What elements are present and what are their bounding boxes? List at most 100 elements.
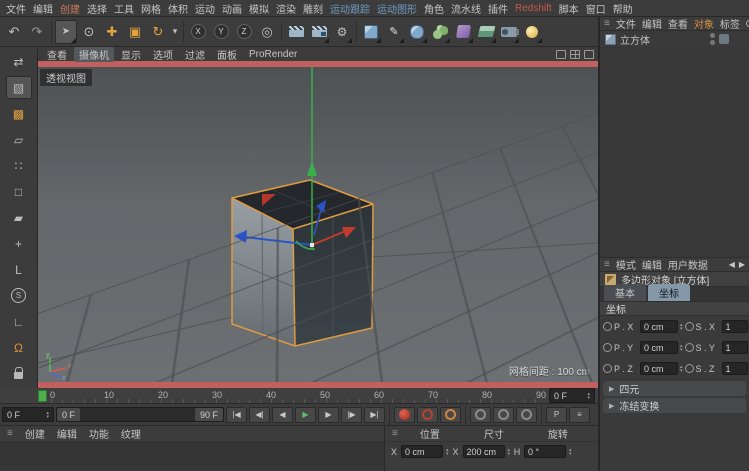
menu-select[interactable]: 选择 — [87, 1, 107, 16]
keyframe-dot-icon[interactable] — [685, 364, 694, 373]
enable-axis-button[interactable]: + — [6, 232, 32, 255]
keyframe-dot-icon[interactable] — [603, 343, 612, 352]
axis-z-lock-button[interactable]: Z — [233, 20, 255, 44]
mat-menu-create[interactable]: 创建 — [25, 426, 45, 441]
goto-end-button[interactable]: ▶| — [364, 407, 385, 423]
viewport-canvas[interactable]: 透视视图 网格间距 : 100 cm y x z — [38, 67, 598, 382]
pz-input[interactable]: 0 cm — [640, 362, 678, 375]
section-quaternion[interactable]: ▶ 四元 — [603, 381, 746, 396]
history-forward-icon[interactable]: ▶ — [739, 260, 745, 269]
light-button[interactable] — [521, 20, 543, 44]
panel-menu-icon[interactable]: ≡ — [7, 428, 13, 439]
coordinate-system-button[interactable]: ◎ — [256, 20, 278, 44]
menu-mograph[interactable]: 运动图形 — [377, 1, 417, 16]
playback-options-button[interactable]: ≡ — [569, 407, 590, 423]
om-menu-view[interactable]: 查看 — [668, 17, 688, 31]
last-tool-dropdown[interactable]: ▾ — [170, 20, 180, 44]
stepper-icon[interactable]: ▴▾ — [587, 392, 590, 400]
menu-script[interactable]: 脚本 — [559, 1, 579, 16]
edges-mode-button[interactable]: □ — [6, 180, 32, 203]
range-handle-end[interactable]: 90 F — [195, 408, 223, 421]
section-freeze-transform[interactable]: ▶ 冻结变换 — [603, 398, 746, 413]
menu-edit[interactable]: 编辑 — [33, 1, 53, 16]
menu-tools[interactable]: 工具 — [114, 1, 134, 16]
selection-tool-button[interactable]: ➤ — [55, 20, 77, 44]
record-position-button[interactable] — [470, 407, 491, 423]
render-settings-button[interactable]: ⚙ — [331, 20, 353, 44]
workplane-mode-button[interactable]: ▱ — [6, 128, 32, 151]
menu-sculpt[interactable]: 雕刻 — [303, 1, 323, 16]
texture-mode-button[interactable]: ▩ — [6, 102, 32, 125]
four-view-icon[interactable] — [570, 50, 580, 59]
current-frame-field[interactable]: 0 F ▴▾ — [549, 388, 595, 403]
record-scale-button[interactable] — [493, 407, 514, 423]
object-list-area[interactable] — [600, 47, 749, 258]
prev-key-button[interactable]: ◀| — [249, 407, 270, 423]
menu-file[interactable]: 文件 — [6, 1, 26, 16]
visibility-dots[interactable] — [710, 33, 715, 45]
view-label[interactable]: 透视视图 — [40, 69, 92, 86]
menu-help[interactable]: 帮助 — [613, 1, 633, 16]
om-menu-file[interactable]: 文件 — [616, 17, 636, 31]
record-rotation-button[interactable] — [516, 407, 537, 423]
axis-y-lock-button[interactable]: Y — [210, 20, 232, 44]
menu-plugins[interactable]: 插件 — [488, 1, 508, 16]
om-menu-tags[interactable]: 标签 — [720, 17, 740, 31]
vp-menu-options[interactable]: 选项 — [148, 47, 178, 62]
keyframe-dot-icon[interactable] — [685, 343, 694, 352]
phong-tag-icon[interactable] — [733, 34, 744, 45]
am-menu-userdata[interactable]: 用户数据 — [668, 258, 708, 272]
stepper-icon[interactable]: ▴▾ — [680, 323, 683, 331]
make-editable-button[interactable]: ⇄ — [6, 50, 32, 73]
om-menu-objects[interactable]: 对象 — [694, 17, 714, 31]
vp-menu-cameras[interactable]: 摄像机 — [74, 47, 114, 62]
record-keyframe-button[interactable] — [394, 407, 415, 423]
model-mode-button[interactable]: ▧ — [6, 76, 32, 99]
play-button[interactable]: ▶ — [295, 407, 316, 423]
maximize-view-icon[interactable] — [584, 50, 594, 59]
px-input[interactable]: 0 cm — [640, 320, 678, 333]
history-back-icon[interactable]: ◀ — [729, 260, 735, 269]
prev-frame-button[interactable]: ◀ — [272, 407, 293, 423]
environment-button[interactable] — [475, 20, 497, 44]
menu-mesh[interactable]: 网格 — [141, 1, 161, 16]
om-menu-edit[interactable]: 编辑 — [642, 17, 662, 31]
sy-input[interactable]: 1 — [722, 341, 748, 354]
keyframe-dot-icon[interactable] — [603, 322, 612, 331]
size-x-input[interactable]: 200 cm — [463, 445, 505, 458]
lock-button[interactable] — [6, 362, 32, 385]
keyframe-dot-icon[interactable] — [603, 364, 612, 373]
vp-menu-filter[interactable]: 过滤 — [180, 47, 210, 62]
tab-basic[interactable]: 基本 — [604, 284, 646, 301]
workplane-lock-button[interactable]: ∟ — [6, 310, 32, 333]
panel-menu-icon[interactable]: ≡ — [604, 259, 610, 270]
stepper-icon[interactable]: ▴▾ — [508, 448, 511, 456]
next-key-button[interactable]: |▶ — [341, 407, 362, 423]
menu-volume[interactable]: 体积 — [168, 1, 188, 16]
move-tool-button[interactable]: ✚ — [101, 20, 123, 44]
mat-menu-texture[interactable]: 纹理 — [121, 426, 141, 441]
array-generator-button[interactable] — [429, 20, 451, 44]
keyframe-dot-icon[interactable] — [685, 322, 694, 331]
vp-menu-prorender[interactable]: ProRender — [244, 49, 302, 60]
am-menu-edit[interactable]: 编辑 — [642, 258, 662, 272]
menu-render[interactable]: 渲染 — [276, 1, 296, 16]
stepper-icon[interactable]: ▴▾ — [680, 365, 683, 373]
timeline-ruler[interactable]: 0 10 20 30 40 50 60 70 80 90 0 F ▴▾ — [0, 388, 598, 404]
polygons-mode-button[interactable]: ▰ — [6, 206, 32, 229]
autokey-button[interactable] — [417, 407, 438, 423]
undo-button[interactable]: ↶ — [3, 20, 25, 44]
render-picture-viewer-button[interactable] — [308, 20, 330, 44]
object-row-cube[interactable]: 立方体 — [600, 31, 749, 47]
vp-menu-display[interactable]: 显示 — [116, 47, 146, 62]
mat-menu-function[interactable]: 功能 — [89, 426, 109, 441]
axis-x-lock-button[interactable]: X — [187, 20, 209, 44]
vp-menu-view[interactable]: 查看 — [42, 47, 72, 62]
menu-character[interactable]: 角色 — [424, 1, 444, 16]
stepper-icon[interactable]: ▴▾ — [680, 344, 683, 352]
rotate-tool-button[interactable]: ↻ — [147, 20, 169, 44]
deformer-button[interactable] — [452, 20, 474, 44]
single-view-icon[interactable] — [556, 50, 566, 59]
keyframe-selection-button[interactable] — [440, 407, 461, 423]
menu-simulate[interactable]: 模拟 — [249, 1, 269, 16]
